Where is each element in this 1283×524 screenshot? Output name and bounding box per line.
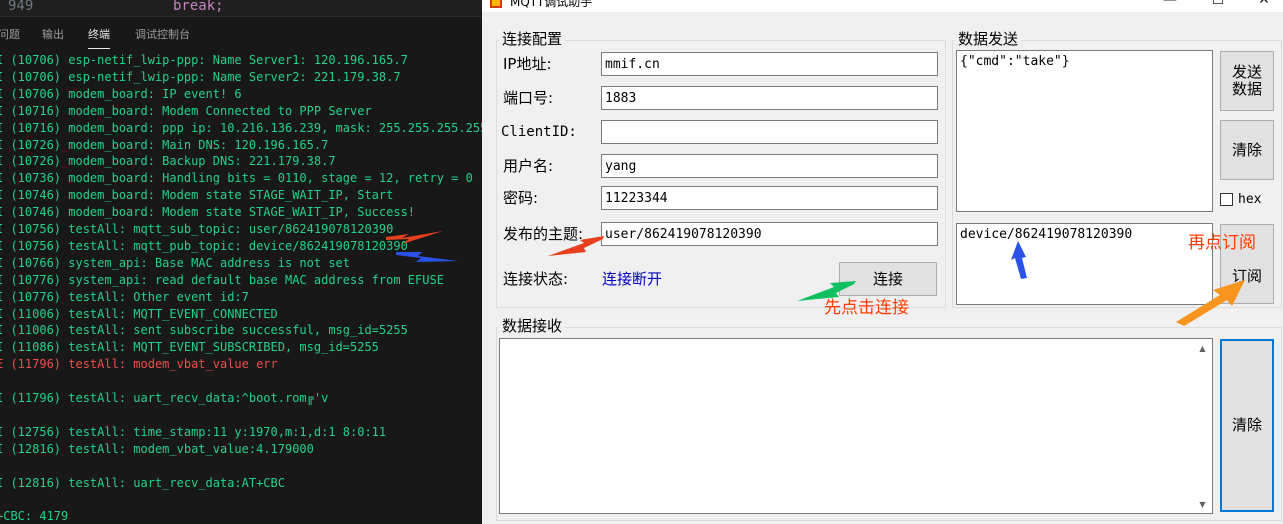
terminal-line: I (10776) system_api: read default base … xyxy=(0,272,444,287)
scroll-down-icon[interactable]: ▼ xyxy=(1198,500,1207,509)
terminal-line: I (10716) modem_board: ppp ip: 10.216.13… xyxy=(0,120,482,135)
terminal-line: I (12756) testAll: time_stamp:11 y:1970,… xyxy=(0,424,387,439)
connection-status: 连接断开 xyxy=(602,270,663,288)
clientid-label: ClientID: xyxy=(501,124,577,140)
terminal-line: I (11006) testAll: MQTT_EVENT_CONNECTED xyxy=(0,306,278,321)
tab-problems[interactable]: 问题 xyxy=(0,26,20,42)
publish-topic-label: 发布的主题: xyxy=(503,225,584,243)
ip-input[interactable] xyxy=(601,52,938,76)
port-input[interactable] xyxy=(601,86,938,110)
connection-group-label: 连接配置 xyxy=(499,30,566,48)
hex-checkbox[interactable] xyxy=(1220,193,1233,206)
terminal-line: I (11006) testAll: sent subscribe succes… xyxy=(0,323,408,338)
ide-panel: 949 break; 问题 输出 终端 调试控制台 I (10706) esp-… xyxy=(0,0,482,524)
password-label: 密码: xyxy=(503,189,539,207)
annotation-connect-first: 先点击连接 xyxy=(824,298,909,318)
username-input[interactable] xyxy=(601,154,938,178)
terminal-line: I (10736) modem_board: Handling bits = 0… xyxy=(0,171,473,186)
scroll-up-icon[interactable]: ▲ xyxy=(1198,344,1207,353)
terminal-line: I (12816) testAll: uart_recv_data:AT+CBC xyxy=(0,475,285,490)
terminal-line: I (10756) testAll: mqtt_sub_topic: user/… xyxy=(0,222,394,236)
tab-debug-console[interactable]: 调试控制台 xyxy=(135,26,190,42)
terminal-line: I (10766) system_api: Base MAC address i… xyxy=(0,255,351,270)
hex-label: hex xyxy=(1238,192,1262,207)
terminal-line: I (11086) testAll: MQTT_EVENT_SUBSCRIBED… xyxy=(0,340,379,355)
terminal-line: E (11796) testAll: modem_vbat_value err xyxy=(0,357,278,372)
send-clear-button[interactable]: 清除 xyxy=(1220,120,1274,180)
panel-tabs: 问题 输出 终端 调试控制台 xyxy=(0,16,482,49)
receive-clear-button[interactable]: 清除 xyxy=(1220,339,1274,512)
terminal-line: I (10706) modem_board: IP event! 6 xyxy=(0,86,242,101)
username-label: 用户名: xyxy=(503,157,554,175)
ip-label: IP地址: xyxy=(503,55,552,73)
code-keyword: break; xyxy=(173,0,224,14)
terminal-line: I (10756) testAll: mqtt_pub_topic: devic… xyxy=(0,238,408,253)
terminal-output[interactable]: I (10706) esp-netif_lwip-ppp: Name Serve… xyxy=(0,52,482,524)
line-number: 949 xyxy=(8,0,34,14)
terminal-line: I (12816) testAll: modem_vbat_value:4.17… xyxy=(0,441,314,456)
receive-textarea[interactable] xyxy=(499,338,1213,514)
publish-topic-input[interactable] xyxy=(601,222,938,246)
terminal-line: I (10706) esp-netif_lwip-ppp: Name Serve… xyxy=(0,69,401,84)
window-title: MQTT调试助手 xyxy=(510,0,593,9)
send-data-button[interactable]: 发送 数据 xyxy=(1220,51,1274,111)
terminal-line: +CBC: 4179 xyxy=(0,509,69,524)
annotation-subscribe-next: 再点订阅 xyxy=(1188,233,1256,253)
maximize-button[interactable]: ☐ xyxy=(1198,0,1238,11)
send-payload-textarea[interactable]: {"cmd":"take"} xyxy=(956,50,1213,212)
terminal-line: I (10746) modem_board: Modem state STAGE… xyxy=(0,188,394,203)
terminal-line: I (10776) testAll: Other event id:7 xyxy=(0,289,249,304)
password-input[interactable] xyxy=(601,186,938,210)
status-label: 连接状态: xyxy=(503,270,569,288)
close-button[interactable]: ✕ xyxy=(1244,0,1283,11)
mqtt-window: MQTT调试助手 — ☐ ✕ 连接配置 IP地址: 端口号: ClientID:… xyxy=(482,0,1283,524)
window-titlebar: MQTT调试助手 — ☐ ✕ xyxy=(482,0,1283,12)
terminal-line: I (10746) modem_board: Modem state STAGE… xyxy=(0,205,416,220)
terminal-line: I (10716) modem_board: Modem Connected t… xyxy=(0,103,372,118)
terminal-line: I (10726) modem_board: Main DNS: 120.196… xyxy=(0,137,329,152)
clientid-input[interactable] xyxy=(601,120,938,144)
subscribe-topic-textarea[interactable]: device/862419078120390 xyxy=(956,223,1213,305)
receive-group-label: 数据接收 xyxy=(499,317,566,335)
connect-button[interactable]: 连接 xyxy=(839,262,937,296)
minimize-button[interactable]: — xyxy=(1150,0,1190,11)
terminal-line: I (11796) testAll: uart_recv_data:^boot.… xyxy=(0,391,329,405)
tab-output[interactable]: 输出 xyxy=(42,26,64,42)
tab-terminal[interactable]: 终端 xyxy=(88,26,110,49)
terminal-line: I (10706) esp-netif_lwip-ppp: Name Serve… xyxy=(0,53,408,67)
send-group-label: 数据发送 xyxy=(955,30,1022,48)
terminal-line: I (10726) modem_board: Backup DNS: 221.1… xyxy=(0,154,336,169)
app-icon xyxy=(490,0,502,8)
port-label: 端口号: xyxy=(503,89,554,107)
code-editor-line: 949 break; xyxy=(0,0,482,16)
